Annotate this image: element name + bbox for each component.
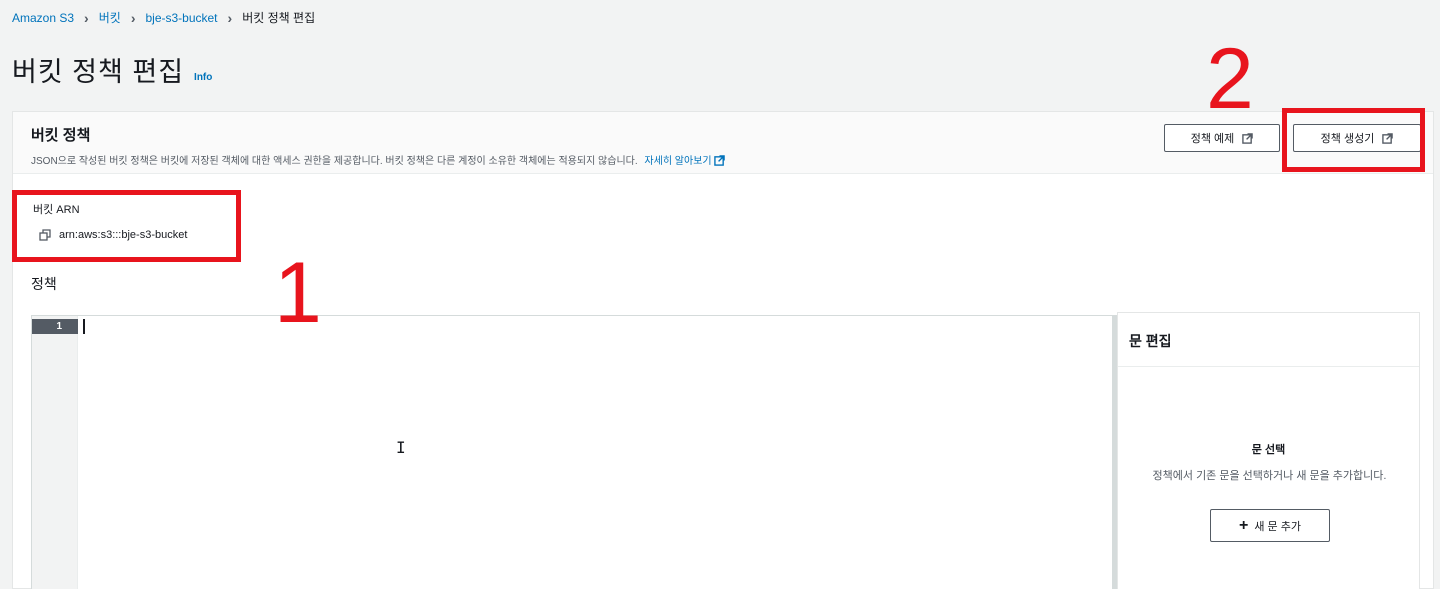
callout-number-2: 2: [1206, 31, 1254, 127]
policy-json-editor[interactable]: 1 I: [31, 315, 1113, 589]
external-link-icon: [714, 155, 726, 166]
line-number: 1: [32, 319, 78, 334]
callout-box-arn: [12, 190, 241, 262]
chevron-right-icon: ›: [130, 9, 136, 26]
editor-gutter: 1: [32, 316, 78, 589]
callout-box-generator: [1282, 108, 1425, 172]
info-link[interactable]: Info: [194, 72, 212, 83]
panel-description-text: JSON으로 작성된 버킷 정책은 버킷에 저장된 객체에 대한 액세스 권한을…: [31, 156, 638, 167]
add-new-statement-button[interactable]: + 새 문 추가: [1210, 509, 1330, 542]
add-new-statement-label: 새 문 추가: [1254, 520, 1301, 533]
chevron-right-icon: ›: [84, 9, 89, 26]
chevron-right-icon: ›: [227, 9, 233, 26]
select-statement-description: 정책에서 기존 문을 선택하거나 새 문을 추가합니다.: [1152, 470, 1387, 482]
text-caret: [83, 319, 85, 334]
edit-statement-panel: 문 편집 문 선택 정책에서 기존 문을 선택하거나 새 문을 추가합니다. +…: [1117, 312, 1420, 589]
breadcrumb-amazon-s3[interactable]: Amazon S3: [12, 11, 74, 25]
panel-title: 버킷 정책: [31, 127, 91, 144]
edit-statement-header: 문 편집: [1118, 313, 1419, 367]
breadcrumb-bucket-name[interactable]: bje-s3-bucket: [145, 11, 217, 25]
page-header: 버킷 정책 편집 Info: [12, 50, 212, 89]
policy-examples-label: 정책 예제: [1190, 133, 1235, 145]
policy-examples-button[interactable]: 정책 예제: [1164, 124, 1280, 152]
external-link-icon: [1242, 132, 1254, 144]
panel-description: JSON으로 작성된 버킷 정책은 버킷에 저장된 객체에 대한 액세스 권한을…: [31, 152, 726, 167]
breadcrumb-current: 버킷 정책 편집: [242, 11, 316, 25]
select-statement-title: 문 선택: [1251, 444, 1286, 456]
edit-statement-title: 문 편집: [1129, 333, 1172, 349]
policy-label: 정책: [31, 276, 57, 292]
page-title: 버킷 정책 편집: [12, 57, 185, 87]
learn-more-label: 자세히 알아보기: [644, 156, 712, 167]
breadcrumb: Amazon S3 › 버킷 › bje-s3-bucket › 버킷 정책 편…: [12, 9, 315, 26]
text-cursor-icon: I: [396, 438, 406, 457]
breadcrumb-buckets[interactable]: 버킷: [99, 9, 121, 26]
callout-number-1: 1: [274, 245, 322, 341]
learn-more-link[interactable]: 자세히 알아보기: [644, 155, 726, 167]
bucket-policy-panel: 버킷 정책 JSON으로 작성된 버킷 정책은 버킷에 저장된 객체에 대한 액…: [12, 111, 1434, 589]
plus-icon: +: [1239, 516, 1249, 534]
